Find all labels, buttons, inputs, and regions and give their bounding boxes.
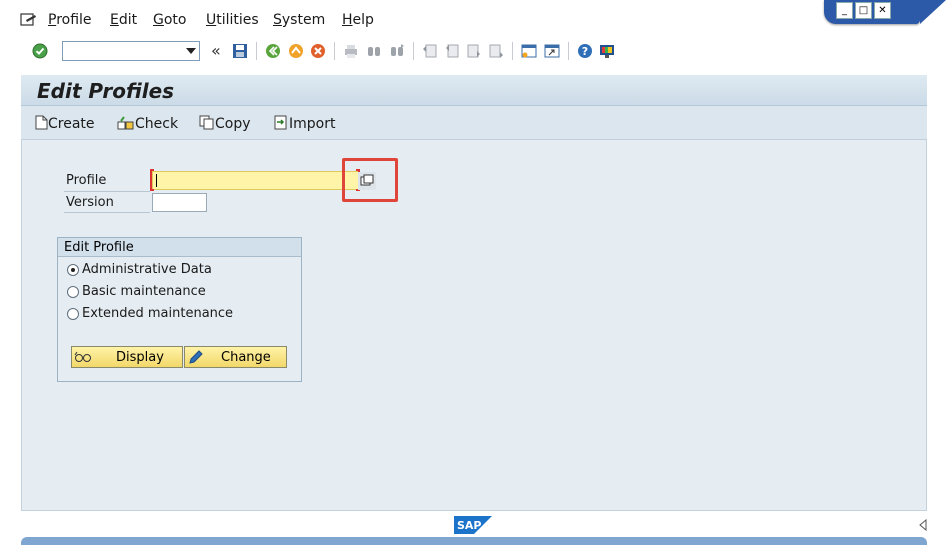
new-document-icon [35,115,48,130]
layout-icon[interactable] [599,43,615,59]
radio-administrative-data-label[interactable]: Administrative Data [82,262,212,277]
menu-help[interactable]: Help [342,12,374,28]
create-button[interactable]: Create [35,115,95,132]
application-toolbar: Create Check Copy Import [21,106,927,140]
copy-button[interactable]: Copy [199,115,251,132]
help-icon[interactable]: ? [577,43,593,59]
menu-utilities[interactable]: Utilities [206,12,259,28]
exit-icon[interactable] [288,43,304,59]
create-label: Create [48,116,95,132]
create-session-icon[interactable] [521,43,537,59]
shortcut-icon[interactable] [544,43,560,59]
previous-page-icon[interactable] [444,43,460,59]
find-icon[interactable] [366,43,382,59]
maximize-button[interactable]: □ [855,2,872,19]
back-icon[interactable] [265,43,281,59]
last-page-icon[interactable] [488,43,504,59]
command-field[interactable] [62,41,200,61]
check-icon [117,116,134,130]
radio-basic-maintenance-label[interactable]: Basic maintenance [82,284,206,299]
menu-edit[interactable]: Edit [110,12,137,28]
check-button[interactable]: Check [117,115,178,132]
radio-basic-maintenance[interactable] [67,286,79,298]
status-expand-icon[interactable] [918,519,928,531]
required-marker-left [150,169,154,191]
copy-icon [199,115,214,130]
find-next-icon[interactable] [389,43,405,59]
profile-label: Profile [66,173,107,188]
radio-extended-maintenance[interactable] [67,308,79,320]
copy-label: Copy [215,116,251,132]
import-label: Import [289,116,336,132]
collapse-icon[interactable]: « [211,41,221,60]
version-label: Version [66,195,114,210]
radio-extended-maintenance-label[interactable]: Extended maintenance [82,306,233,321]
value-help-highlight [342,158,398,202]
enter-icon[interactable] [32,43,48,59]
save-icon[interactable] [232,43,248,59]
next-page-icon[interactable] [466,43,482,59]
sap-logo: SAP [454,516,492,534]
profile-input[interactable] [152,171,360,190]
display-button[interactable]: Display [71,346,183,368]
title-bar: Edit Profiles [21,75,927,106]
status-bar [21,537,927,545]
display-label: Display [116,350,164,365]
menu-goto[interactable]: Goto [153,12,186,28]
glasses-icon [74,351,91,362]
sap-logo-text: SAP [457,519,482,532]
radio-administrative-data[interactable] [67,264,79,276]
close-button[interactable]: ✕ [874,2,891,19]
chevron-down-icon[interactable] [186,48,196,54]
menu-profile[interactable]: Profile [48,12,92,28]
first-page-icon[interactable] [422,43,438,59]
change-label: Change [221,350,271,365]
menu-bar: Profile Edit Goto Utilities System Help … [0,0,948,38]
edit-profile-title: Edit Profile [58,238,301,257]
svg-text:?: ? [582,45,588,58]
menu-options-icon[interactable] [20,12,38,28]
minimize-button[interactable]: _ [836,2,853,19]
pencil-icon [189,350,203,364]
text-cursor [156,174,157,187]
import-icon [274,115,287,130]
page-title: Edit Profiles [37,79,175,103]
menu-system[interactable]: System [273,12,325,28]
check-label: Check [135,116,179,132]
import-button[interactable]: Import [273,115,335,132]
change-button[interactable]: Change [184,346,287,368]
version-input[interactable] [152,193,207,212]
cancel-icon[interactable] [310,43,326,59]
print-icon[interactable] [343,43,359,59]
window-controls: _ □ ✕ [824,0,946,24]
